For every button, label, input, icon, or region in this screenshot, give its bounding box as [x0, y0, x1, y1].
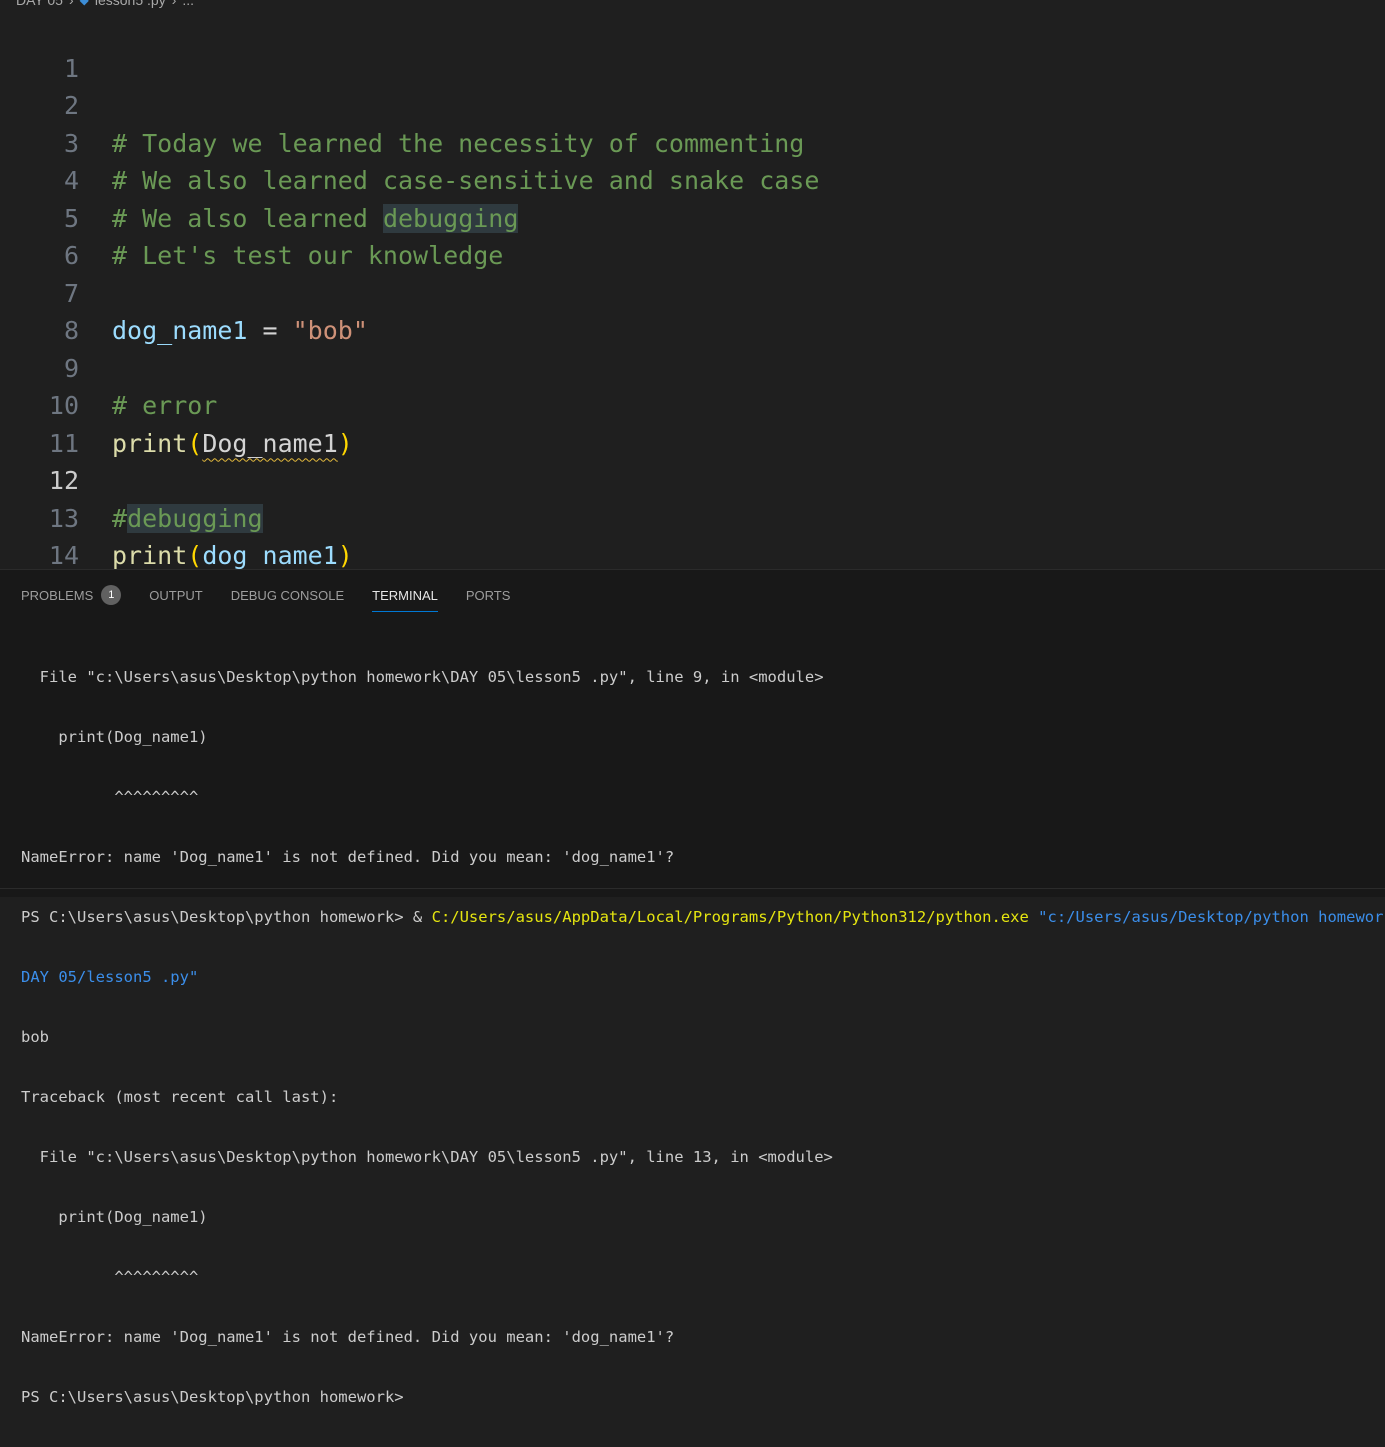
tab-output[interactable]: OUTPUT — [149, 582, 202, 608]
terminal-line: ^^^^^^^^^ — [21, 788, 199, 806]
code-line[interactable]: 8 — [0, 275, 1385, 345]
terminal-prompt-line[interactable]: PS C:\Users\asus\Desktop\python homework… — [21, 1387, 1371, 1407]
bottom-panel: PROBLEMS 1 OUTPUT DEBUG CONSOLE TERMINAL… — [0, 569, 1385, 1406]
code-line[interactable]: 11 — [0, 387, 1385, 458]
breadcrumb-more[interactable]: ... — [182, 0, 194, 8]
terminal-executable: C:/Users/asus/AppData/Local/Programs/Pyt… — [431, 908, 1029, 926]
code-line[interactable]: 5 # Let's test our knowledge — [0, 162, 1385, 271]
terminal-line: print(Dog_name1) — [21, 1208, 208, 1226]
tab-label: TERMINAL — [372, 587, 438, 603]
code-line[interactable]: 2 # Today we learned the necessity of co… — [0, 50, 1385, 158]
tab-label: PROBLEMS — [21, 587, 94, 603]
tab-ports[interactable]: PORTS — [466, 582, 511, 608]
code-line[interactable]: 10 print(Dog_name1) — [0, 350, 1385, 458]
code-line[interactable]: 14 — [0, 500, 1385, 569]
code-line[interactable]: 9 # error — [0, 312, 1385, 421]
chevron-right-icon: › — [171, 0, 177, 8]
code-line[interactable]: 15 — [0, 537, 1385, 569]
terminal-output[interactable]: File "c:\Users\asus\Desktop\python homew… — [21, 627, 1385, 1447]
code-line[interactable]: 4 # We also learned debugging — [0, 125, 1385, 233]
tab-label: OUTPUT — [149, 587, 203, 603]
terminal-prompt: PS C:\Users\asus\Desktop\python homework… — [21, 908, 432, 926]
terminal-line: Traceback (most recent call last): — [21, 1088, 339, 1106]
code-line[interactable]: 6 — [0, 200, 1385, 270]
terminal-line: NameError: name 'Dog_name1' is not defin… — [21, 848, 675, 866]
chevron-right-icon: › — [68, 0, 74, 8]
terminal-line: File "c:\Users\asus\Desktop\python homew… — [21, 1148, 833, 1166]
tab-label: PORTS — [465, 587, 511, 603]
code-line[interactable]: 3 # We also learned case-sensitive and s… — [0, 87, 1385, 196]
code-editor[interactable]: 1 2 # Today we learned the necessity of … — [0, 12, 1385, 569]
code-line[interactable]: 13 print(dog_name1) — [0, 462, 1385, 570]
panel-tabs: PROBLEMS 1 OUTPUT DEBUG CONSOLE TERMINAL… — [21, 582, 538, 612]
breadcrumb-folder[interactable]: DAY 05 — [16, 0, 63, 8]
terminal-line: PS C:\Users\asus\Desktop\python homework… — [21, 907, 1385, 927]
code-line-active[interactable]: 12 #debugging — [0, 425, 1385, 533]
terminal-line: File "c:\Users\asus\Desktop\python homew… — [21, 668, 824, 686]
python-file-icon: ◆ — [79, 0, 89, 7]
terminal-line: DAY 05/lesson5 .py" — [21, 968, 199, 986]
code-line[interactable]: 7 dog_name1 = "bob" — [0, 237, 1385, 346]
tab-terminal[interactable]: TERMINAL — [372, 582, 438, 612]
problems-count-badge: 1 — [101, 585, 122, 605]
tab-problems[interactable]: PROBLEMS 1 — [21, 582, 122, 608]
terminal-path-arg: "c:/Users/asus/Desktop/python homework/ — [1028, 908, 1385, 926]
code-line[interactable]: 1 — [0, 12, 1385, 83]
tab-label: DEBUG CONSOLE — [230, 587, 345, 603]
terminal-line: ^^^^^^^^^ — [21, 1268, 199, 1286]
terminal-line: print(Dog_name1) — [21, 728, 208, 746]
terminal-line: NameError: name 'Dog_name1' is not defin… — [21, 1328, 675, 1346]
breadcrumb-file[interactable]: lesson5 .py — [95, 0, 166, 8]
breadcrumb: DAY 05 › ◆ lesson5 .py › ... — [16, 0, 194, 9]
terminal-line: bob — [21, 1028, 49, 1046]
tab-debug-console[interactable]: DEBUG CONSOLE — [231, 582, 344, 608]
